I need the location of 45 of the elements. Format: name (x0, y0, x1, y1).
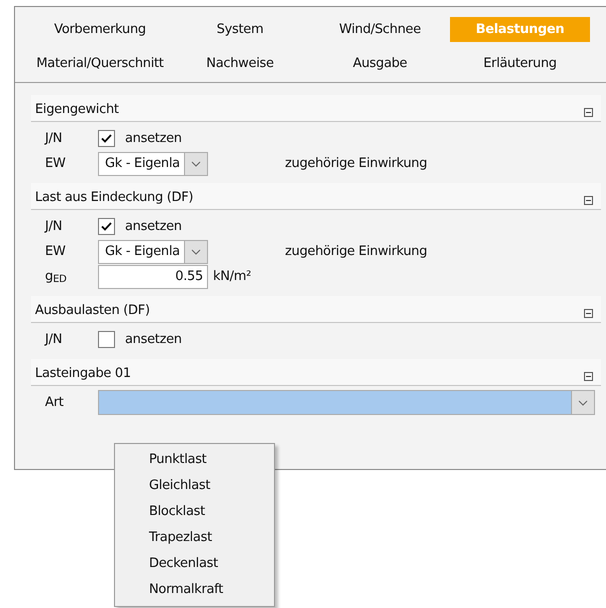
tab[interactable]: Ausgabe (310, 50, 450, 76)
checkbox-label: ansetzen (125, 332, 182, 347)
tab[interactable]: Vorbemerkung (30, 17, 170, 42)
field-note: zugehörige Einwirkung (285, 156, 428, 171)
checkbox-label: ansetzen (125, 219, 182, 234)
field-label: g$_{ED}$ (44, 268, 68, 284)
field-label: J/N (43, 332, 64, 347)
section-title: Eigengewicht (35, 102, 119, 117)
field-label: Art (44, 395, 64, 410)
collapse-icon[interactable] (584, 108, 593, 117)
menu-item[interactable]: Deckenlast (115, 551, 274, 577)
tab[interactable]: Erläuterung (450, 50, 590, 76)
tab[interactable]: System (170, 17, 310, 42)
check-icon (101, 222, 112, 231)
menu-item[interactable]: Trapezlast (115, 525, 274, 551)
unit-label: kN/m² (213, 269, 252, 284)
section-title: Last aus Eindeckung (DF) (35, 190, 194, 205)
dropdown[interactable]: Gk - Eigenla (98, 152, 208, 176)
chevron-down-icon (184, 240, 207, 262)
section-title: Lasteingabe 01 (35, 366, 131, 381)
field-label: J/N (43, 219, 64, 234)
menu-item[interactable]: Gleichlast (115, 473, 274, 499)
checkbox[interactable] (98, 331, 115, 348)
field-label: EW (44, 156, 66, 171)
check-icon (101, 134, 112, 143)
field-note: zugehörige Einwirkung (285, 244, 428, 259)
chevron-down-icon (184, 152, 207, 174)
menu-item[interactable]: Blocklast (115, 499, 274, 525)
checkbox-label: ansetzen (125, 131, 182, 146)
collapse-icon[interactable] (584, 372, 593, 381)
field-label: EW (44, 244, 66, 259)
menu-item[interactable]: Normalkraft (115, 577, 274, 603)
chevron-down-icon (571, 391, 594, 414)
collapse-icon[interactable] (584, 309, 593, 318)
field-label: J/N (43, 131, 64, 146)
dropdown[interactable]: Gk - Eigenla (98, 240, 208, 264)
section-title: Ausbaulasten (DF) (35, 303, 150, 318)
tab[interactable]: Material/Querschnitt (30, 50, 170, 76)
checkbox[interactable] (98, 130, 115, 147)
checkbox[interactable] (98, 218, 115, 235)
collapse-icon[interactable] (584, 196, 593, 205)
input-field[interactable]: 0.55 (98, 264, 208, 288)
menu-item[interactable]: Punktlast (115, 447, 274, 473)
tab[interactable]: Wind/Schnee (310, 17, 450, 42)
tab[interactable]: Nachweise (170, 50, 310, 76)
